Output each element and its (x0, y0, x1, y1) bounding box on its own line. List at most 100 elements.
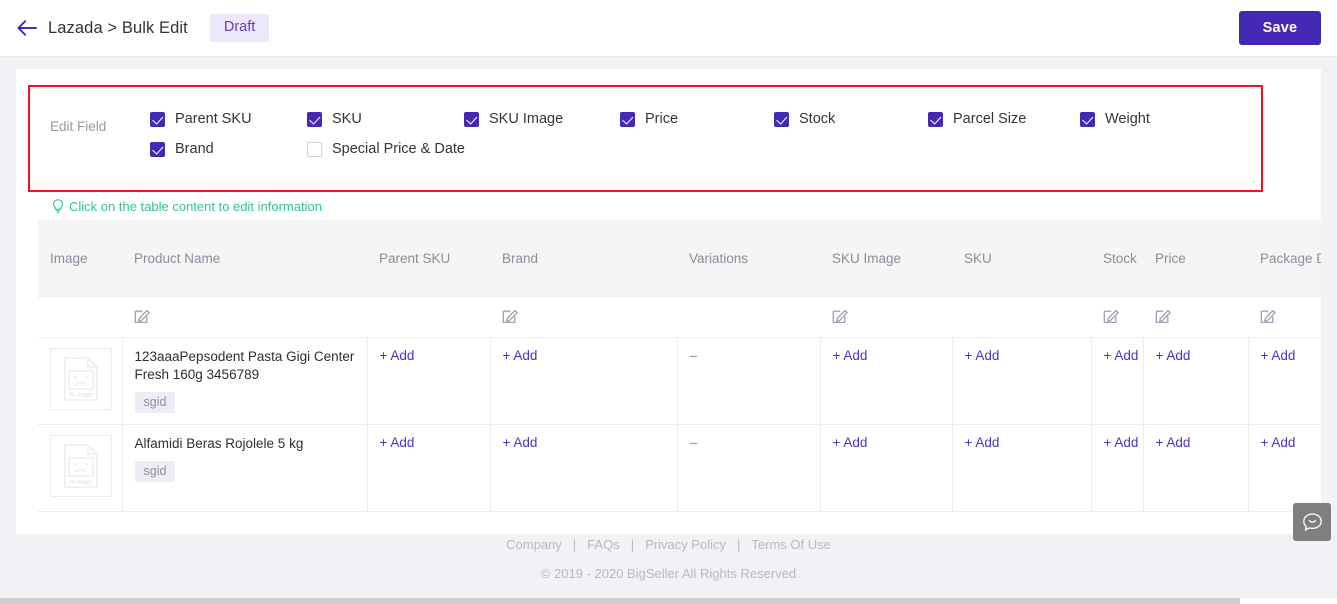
bulk-edit-cell-variations (677, 298, 820, 338)
edit-hint: Click on the table content to edit infor… (52, 199, 322, 214)
edit-field-label: Edit Field (50, 119, 107, 134)
horizontal-scrollbar[interactable] (0, 598, 1337, 604)
add-link[interactable]: + Add (503, 435, 538, 450)
page-footer: Company | FAQs | Privacy Policy | Terms Of Use… (0, 537, 1337, 581)
bulk-edit-icon-row (38, 298, 1321, 338)
col-header-variations: Variations (677, 220, 820, 298)
cell-stock[interactable]: + Add (1091, 337, 1144, 425)
cell-package-dimension[interactable]: + Add (1248, 424, 1321, 512)
edit-field-panel: Edit Field Parent SKU SKU SKU Image Pric… (28, 85, 1263, 192)
checkbox-parcel-size[interactable]: Parcel Size (928, 111, 1026, 127)
add-link[interactable]: + Add (965, 435, 1000, 450)
add-link[interactable]: + Add (503, 348, 538, 363)
cell-sku-image[interactable]: + Add (820, 337, 953, 425)
add-link[interactable]: + Add (1104, 435, 1139, 450)
bulk-edit-cell-price (1143, 298, 1248, 338)
cell-price[interactable]: + Add (1143, 337, 1249, 425)
checkbox-box (150, 141, 165, 157)
cell-sku[interactable]: + Add (952, 337, 1092, 425)
footer-link-company[interactable]: Company (506, 537, 562, 552)
checkbox-label: Special Price & Date (332, 141, 465, 157)
cell-price[interactable]: + Add (1143, 424, 1249, 512)
top-bar: Lazada > Bulk Edit Draft Save (0, 0, 1337, 57)
bulk-edit-cell-brand (490, 298, 677, 338)
checkbox-price[interactable]: Price (620, 111, 678, 127)
products-table: Image Product Name Parent SKU Brand Vari… (38, 220, 1321, 512)
footer-separator: | (737, 537, 741, 552)
footer-link-faqs[interactable]: FAQs (587, 537, 620, 552)
add-link[interactable]: + Add (965, 348, 1000, 363)
add-link[interactable]: + Add (380, 348, 415, 363)
cell-image[interactable]: No Image (38, 337, 123, 425)
checkbox-parent-sku[interactable]: Parent SKU (150, 111, 252, 127)
bulk-edit-cell-sku (952, 298, 1091, 338)
cell-parent-sku[interactable]: + Add (367, 424, 491, 512)
bulk-edit-cell-stock (1091, 298, 1143, 338)
checkbox-special-price-date[interactable]: Special Price & Date (307, 141, 465, 157)
product-tag: sgid (134, 460, 176, 482)
products-table-scroll[interactable]: Image Product Name Parent SKU Brand Vari… (38, 220, 1321, 534)
bulk-edit-cell-product-name (122, 298, 367, 338)
add-link[interactable]: + Add (380, 435, 415, 450)
table-header-row: Image Product Name Parent SKU Brand Vari… (38, 220, 1321, 298)
add-link[interactable]: + Add (1261, 435, 1296, 450)
checkbox-weight[interactable]: Weight (1080, 111, 1150, 127)
checkbox-box (307, 111, 322, 127)
cell-sku[interactable]: + Add (952, 424, 1092, 512)
footer-copyright: © 2019 - 2020 BigSeller All Rights Reser… (540, 566, 797, 581)
add-link[interactable]: + Add (1156, 435, 1191, 450)
checkbox-sku-image[interactable]: SKU Image (464, 111, 563, 127)
edit-pencil-icon[interactable] (502, 307, 519, 324)
empty-value: -- (689, 434, 698, 450)
cell-product-name[interactable]: Alfamidi Beras Rojolele 5 kg sgid (122, 424, 368, 512)
svg-text:No Image: No Image (69, 479, 92, 485)
save-button[interactable]: Save (1239, 11, 1321, 45)
footer-link-terms-of-use[interactable]: Terms Of Use (751, 537, 830, 552)
no-image-placeholder: No Image (50, 347, 112, 410)
col-header-stock: Stock (1091, 220, 1143, 298)
cell-variations: -- (677, 424, 821, 512)
col-header-brand: Brand (490, 220, 677, 298)
product-name: Alfamidi Beras Rojolele 5 kg (134, 435, 304, 451)
scrollbar-thumb[interactable] (0, 598, 1240, 604)
checkbox-box (774, 111, 789, 127)
edit-hint-text: Click on the table content to edit infor… (69, 199, 322, 214)
cell-brand[interactable]: + Add (490, 424, 678, 512)
add-link[interactable]: + Add (1261, 348, 1296, 363)
checkbox-label: Weight (1105, 111, 1150, 127)
cell-image[interactable]: No Image (38, 424, 123, 512)
checkbox-brand[interactable]: Brand (150, 141, 214, 157)
edit-pencil-icon[interactable] (1155, 307, 1172, 324)
checkbox-box (928, 111, 943, 127)
svg-text:No Image: No Image (69, 392, 92, 398)
cell-package-dimension[interactable]: + Add (1248, 337, 1321, 425)
cell-brand[interactable]: + Add (490, 337, 678, 425)
arrow-left-icon (16, 20, 38, 36)
back-button[interactable] (14, 15, 40, 41)
edit-pencil-icon[interactable] (1260, 307, 1277, 324)
add-link[interactable]: + Add (1104, 348, 1139, 363)
footer-links: Company | FAQs | Privacy Policy | Terms Of Use (0, 537, 1337, 552)
chat-widget-button[interactable] (1293, 503, 1331, 541)
edit-pencil-icon[interactable] (1103, 307, 1120, 324)
lightbulb-icon (52, 199, 69, 214)
cell-stock[interactable]: + Add (1091, 424, 1144, 512)
add-link[interactable]: + Add (1156, 348, 1191, 363)
checkbox-stock[interactable]: Stock (774, 111, 835, 127)
edit-pencil-icon[interactable] (832, 307, 849, 324)
cell-sku-image[interactable]: + Add (820, 424, 953, 512)
breadcrumb: Lazada > Bulk Edit (48, 18, 188, 37)
page-body: Edit Field Parent SKU SKU SKU Image Pric… (0, 57, 1337, 534)
content-card: Edit Field Parent SKU SKU SKU Image Pric… (16, 69, 1321, 534)
checkbox-label: SKU (332, 111, 362, 127)
cell-parent-sku[interactable]: + Add (367, 337, 491, 425)
cell-product-name[interactable]: 123aaaPepsodent Pasta Gigi Center Fresh … (122, 337, 368, 425)
footer-link-privacy-policy[interactable]: Privacy Policy (645, 537, 726, 552)
add-link[interactable]: + Add (833, 435, 868, 450)
edit-pencil-icon[interactable] (134, 307, 151, 324)
checkbox-box (150, 111, 165, 127)
bulk-edit-cell-package-dimension (1248, 298, 1321, 338)
cell-variations: -- (677, 337, 821, 425)
checkbox-sku[interactable]: SKU (307, 111, 362, 127)
add-link[interactable]: + Add (833, 348, 868, 363)
